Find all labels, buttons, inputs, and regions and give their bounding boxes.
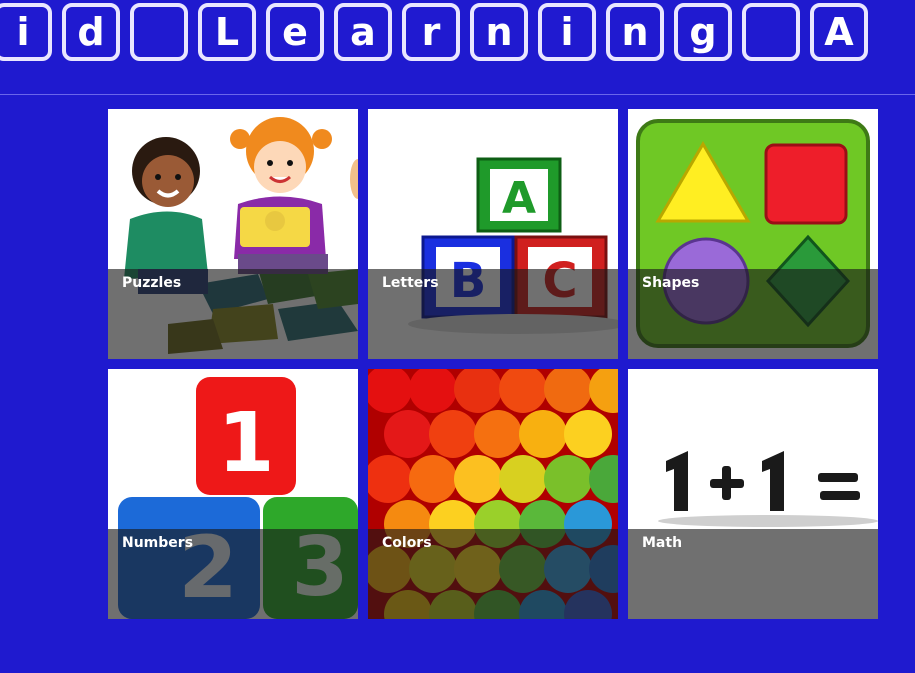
tile-shapes[interactable]: Shapes (628, 109, 878, 359)
title-letter-tile: n (606, 3, 664, 61)
tile-letters[interactable]: A B C Letters (368, 109, 618, 359)
title-letter-tile: a (334, 3, 392, 61)
svg-text:1: 1 (217, 396, 274, 491)
title-letter-tile: i (538, 3, 596, 61)
tile-label: Puzzles (122, 275, 182, 291)
tile-label: Math (642, 535, 683, 551)
tile-label: Letters (382, 275, 439, 291)
title-letter-tile (742, 3, 800, 61)
title-letter-tile: e (266, 3, 324, 61)
title-letter-tile: r (402, 3, 460, 61)
tile-label: Shapes (642, 275, 700, 291)
tile-math[interactable]: Math (628, 369, 878, 619)
title-letter-tile: g (674, 3, 732, 61)
title-letter-tile: i (0, 3, 52, 61)
app-title-strip: i d L e a r n i n g A (0, 3, 868, 69)
tile-label: Numbers (122, 535, 194, 551)
title-letter-tile: n (470, 3, 528, 61)
tile-colors[interactable]: Colors (368, 369, 618, 619)
title-letter-tile: L (198, 3, 256, 61)
title-letter-tile: A (810, 3, 868, 61)
header-divider (0, 94, 915, 95)
tile-numbers[interactable]: 1 2 3 Numbers (108, 369, 358, 619)
tile-puzzles[interactable]: Puzzles (108, 109, 358, 359)
title-letter-tile: d (62, 3, 120, 61)
category-grid: Puzzles A B C Letters (108, 109, 878, 619)
title-letter-tile (130, 3, 188, 61)
tile-label: Colors (382, 535, 432, 551)
svg-text:A: A (502, 173, 536, 224)
